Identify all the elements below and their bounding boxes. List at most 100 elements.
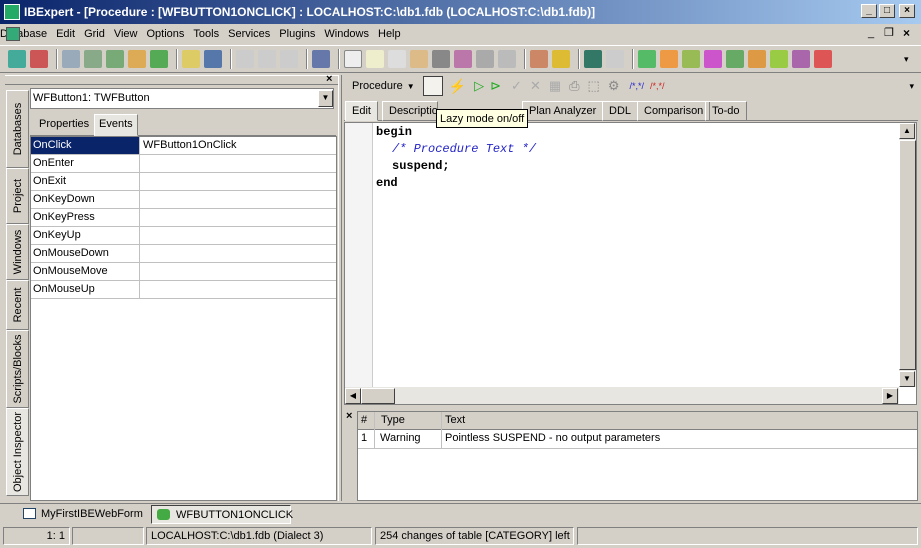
- menu-plugins[interactable]: Plugins: [279, 28, 324, 40]
- event-row[interactable]: OnMouseUp: [31, 281, 336, 299]
- window-icon[interactable]: [388, 50, 406, 68]
- event-row[interactable]: OnKeyPress: [31, 209, 336, 227]
- menu-edit[interactable]: Edit: [56, 28, 84, 40]
- minimize-button[interactable]: _: [861, 4, 877, 18]
- taskbar-item-procedure[interactable]: WFBUTTON1ONCLICK: [151, 505, 293, 524]
- open-icon[interactable]: [182, 50, 200, 68]
- create-exception-icon[interactable]: [748, 50, 766, 68]
- create-udf-icon[interactable]: [770, 50, 788, 68]
- disconnect-icon[interactable]: [84, 50, 102, 68]
- binoculars-icon[interactable]: [432, 50, 450, 68]
- event-handler[interactable]: [141, 281, 336, 298]
- menu-help[interactable]: Help: [378, 28, 410, 40]
- connect-icon[interactable]: [62, 50, 80, 68]
- create-generator-icon[interactable]: [726, 50, 744, 68]
- event-row[interactable]: OnKeyUp: [31, 227, 336, 245]
- cut-icon[interactable]: [236, 50, 254, 68]
- chevron-down-icon[interactable]: ▼: [318, 90, 333, 107]
- scroll-right-icon[interactable]: ▶: [882, 388, 898, 404]
- menu-options[interactable]: Options: [147, 28, 194, 40]
- event-row[interactable]: OnExit: [31, 173, 336, 191]
- event-handler[interactable]: WFButton1OnClick: [141, 137, 336, 154]
- taskbar-item-form[interactable]: MyFirstIBEWebForm: [19, 505, 146, 524]
- child-window-icon[interactable]: [6, 27, 20, 41]
- lazy-mode-icon[interactable]: [422, 76, 443, 96]
- side-tab-recent[interactable]: Recent: [6, 280, 29, 330]
- event-row[interactable]: OnKeyDown: [31, 191, 336, 209]
- event-handler[interactable]: [141, 245, 336, 262]
- tab-comparison[interactable]: Comparison: [637, 101, 711, 121]
- chevron-down-icon[interactable]: ▼: [407, 82, 415, 91]
- scroll-left-icon[interactable]: ◀: [345, 388, 361, 404]
- run-step-icon[interactable]: ⊳: [490, 78, 501, 94]
- horizontal-scrollbar[interactable]: [345, 387, 899, 404]
- create-table-icon[interactable]: [638, 50, 656, 68]
- close-button[interactable]: ×: [899, 4, 915, 18]
- tab-plan-analyzer[interactable]: Plan Analyzer: [522, 101, 604, 121]
- book-icon[interactable]: [584, 50, 602, 68]
- analyze-icon[interactable]: [454, 50, 472, 68]
- document-icon[interactable]: [344, 50, 362, 68]
- menu-view[interactable]: View: [114, 28, 147, 40]
- comment-icon[interactable]: /*,*/: [630, 81, 645, 91]
- messages-close-icon[interactable]: ×: [346, 410, 352, 422]
- side-tab-databases[interactable]: Databases: [6, 90, 29, 168]
- hscroll-thumb[interactable]: [361, 388, 395, 404]
- find-icon[interactable]: [312, 50, 330, 68]
- create-role-icon[interactable]: [792, 50, 810, 68]
- grid-icon[interactable]: ▦: [549, 78, 561, 94]
- tab-edit[interactable]: Edit: [345, 101, 378, 121]
- side-tab-scripts-blocks[interactable]: Scripts/Blocks: [6, 330, 29, 408]
- event-handler[interactable]: [141, 191, 336, 208]
- event-row[interactable]: OnClick WFButton1OnClick: [31, 137, 336, 155]
- tab-todo[interactable]: To-do: [705, 101, 747, 121]
- menu-tools[interactable]: Tools: [193, 28, 228, 40]
- users-icon[interactable]: [530, 50, 548, 68]
- side-tab-object-inspector[interactable]: Object Inspector: [6, 408, 29, 496]
- new-document-icon[interactable]: [366, 50, 384, 68]
- paste-icon[interactable]: [280, 50, 298, 68]
- print-icon[interactable]: ⎙: [569, 78, 579, 94]
- debug-icon[interactable]: ⬚: [588, 78, 600, 94]
- menu-services[interactable]: Services: [228, 28, 279, 40]
- key-icon[interactable]: [552, 50, 570, 68]
- scroll-up-icon[interactable]: ▲: [899, 123, 915, 139]
- tools-icon[interactable]: ⚙: [608, 78, 620, 94]
- menu-grid[interactable]: Grid: [84, 28, 114, 40]
- tab-description[interactable]: Descriptio: [382, 101, 438, 121]
- rollback-icon[interactable]: ✕: [530, 78, 541, 94]
- left-panel-close-icon[interactable]: ×: [326, 73, 332, 85]
- child-close-icon[interactable]: ×: [903, 26, 910, 40]
- uncomment-icon[interactable]: /*,*/: [650, 81, 665, 91]
- child-restore-icon[interactable]: ❐: [884, 26, 894, 39]
- register-db-icon[interactable]: [8, 50, 26, 68]
- component-selector[interactable]: WFButton1: TWFButton: [30, 88, 334, 109]
- create-view-icon[interactable]: [660, 50, 678, 68]
- scroll-thumb[interactable]: [899, 140, 916, 370]
- tab-ddl[interactable]: DDL: [602, 101, 639, 121]
- scroll-down-icon[interactable]: ▼: [899, 371, 915, 387]
- reconnect-icon[interactable]: [106, 50, 124, 68]
- commit-icon[interactable]: ✓: [511, 78, 522, 94]
- child-minimize-icon[interactable]: _: [868, 27, 874, 39]
- create-procedure-icon[interactable]: [682, 50, 700, 68]
- compile-icon[interactable]: ⚡: [449, 78, 466, 95]
- tab-properties[interactable]: Properties: [35, 116, 93, 136]
- script-icon[interactable]: [410, 50, 428, 68]
- event-handler[interactable]: [141, 173, 336, 190]
- toolbar-overflow-icon[interactable]: ▾: [904, 54, 909, 65]
- create-trigger-icon[interactable]: [704, 50, 722, 68]
- event-handler[interactable]: [141, 209, 336, 226]
- event-handler[interactable]: [141, 263, 336, 280]
- unregister-db-icon[interactable]: [30, 50, 48, 68]
- panel-splitter[interactable]: [338, 75, 342, 501]
- print-icon[interactable]: [498, 50, 516, 68]
- event-handler[interactable]: [141, 227, 336, 244]
- side-tab-windows[interactable]: Windows: [6, 224, 29, 280]
- left-panel-grip[interactable]: [5, 75, 338, 85]
- run-icon[interactable]: ▷: [474, 78, 484, 94]
- event-row[interactable]: OnMouseMove: [31, 263, 336, 281]
- toolbar-overflow-icon[interactable]: ▾: [909, 81, 914, 92]
- db-properties-icon[interactable]: [128, 50, 146, 68]
- event-row[interactable]: OnMouseDown: [31, 245, 336, 263]
